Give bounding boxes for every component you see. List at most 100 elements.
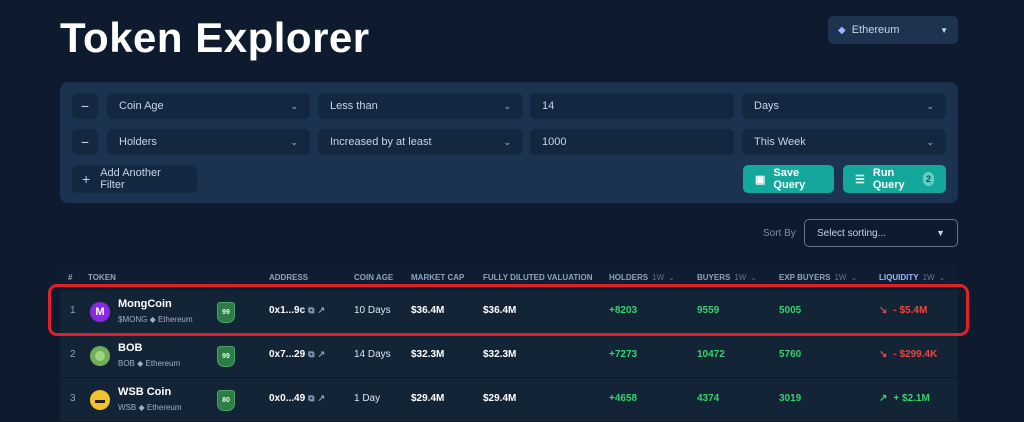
chevron-down-icon: ⌄ (290, 100, 298, 111)
chain-select[interactable]: ◆ Ethereum ▼ (828, 16, 958, 44)
security-score-value: 80 (222, 397, 230, 404)
token-address: 0x7...29 ⧉ ↗ (269, 349, 325, 360)
token-name[interactable]: BOB (118, 342, 142, 354)
header-buyers[interactable]: BUYERS 1W ⌄ (697, 273, 757, 282)
chain-select-value: Ethereum (851, 24, 900, 36)
add-filter-button[interactable]: + Add Another Filter (72, 165, 197, 193)
filter-value-input[interactable]: 1000 (530, 129, 734, 155)
plus-icon: + (82, 171, 91, 187)
token-chain: Ethereum (146, 403, 182, 412)
page-title: Token Explorer (60, 14, 370, 61)
copy-icon[interactable]: ⧉ (308, 349, 314, 359)
header-buyers-label: BUYERS (697, 273, 731, 282)
chevron-down-icon: ⌄ (668, 273, 675, 282)
token-name[interactable]: WSB Coin (118, 386, 171, 398)
header-liquidity-label: LIQUIDITY (879, 273, 919, 282)
save-query-label: Save Query (773, 167, 806, 191)
chevron-down-icon: ⌄ (503, 136, 511, 147)
header-market-cap[interactable]: MARKET CAP (411, 273, 464, 282)
table-row[interactable]: 2 BOB BOB ◆ Ethereum 99 0x7...29 ⧉ ↗ 14 Da… (60, 334, 958, 378)
token-symbol: WSB (118, 403, 137, 412)
ethereum-icon: ◆ (137, 359, 144, 368)
security-score-badge[interactable]: 80 (217, 390, 235, 411)
filter-unit-select[interactable]: This Week ⌄ (742, 129, 946, 155)
frog-icon (95, 351, 105, 361)
market-cap: $32.3M (411, 349, 445, 360)
filter-value-text: 14 (542, 100, 555, 112)
header-exp-buyers-timeframe: 1W (834, 273, 847, 282)
filter-field-select[interactable]: Coin Age ⌄ (107, 93, 310, 119)
chevron-down-icon: ⌄ (938, 273, 946, 282)
caret-down-icon: ▼ (936, 228, 945, 238)
minus-icon: − (80, 134, 90, 150)
filter-operator-select[interactable]: Increased by at least ⌄ (318, 129, 523, 155)
coin-age: 14 Days (354, 349, 391, 360)
header-exp-buyers-label: EXP BUYERS (779, 273, 831, 282)
header-liquidity[interactable]: LIQUIDITY 1W ⌄ (879, 273, 945, 282)
token-meta: BOB ◆ Ethereum (118, 359, 180, 368)
header-fdv[interactable]: FULLY DILUTED VALUATION (483, 273, 592, 282)
fdv: $29.4M (483, 393, 517, 404)
remove-filter-button[interactable]: − (72, 93, 98, 119)
external-link-icon[interactable]: ↗ (318, 349, 326, 359)
filter-value-text: 1000 (542, 136, 567, 148)
external-link-icon[interactable]: ↗ (318, 393, 326, 403)
filter-field-select[interactable]: Holders ⌄ (107, 129, 310, 155)
chevron-down-icon: ⌄ (750, 273, 758, 282)
filter-operator-select[interactable]: Less than ⌄ (318, 93, 523, 119)
trend-up-icon: ↗ (879, 393, 888, 404)
ethereum-icon: ◆ (838, 24, 846, 36)
sort-by-label: Sort By (763, 228, 796, 239)
exp-buyers-count: 3019 (779, 393, 802, 404)
exp-buyers-count: 5760 (779, 349, 802, 360)
filter-field-value: Holders (119, 136, 157, 148)
save-query-button[interactable]: ▣ Save Query (743, 165, 834, 193)
token-address: 0x0...49 ⧉ ↗ (269, 393, 325, 404)
chevron-down-icon: ⌄ (926, 136, 934, 147)
holders-change: +7273 (609, 349, 638, 360)
save-icon: ▣ (755, 173, 766, 186)
header-exp-buyers[interactable]: EXP BUYERS 1W ⌄ (779, 273, 857, 282)
filter-field-value: Coin Age (119, 100, 164, 112)
row-rank: 2 (70, 349, 76, 360)
security-score-badge[interactable]: 99 (217, 346, 235, 367)
minus-icon: − (80, 98, 90, 114)
filter-unit-value: Days (754, 100, 780, 112)
token-symbol: BOB (118, 359, 135, 368)
coin-age: 1 Day (354, 393, 381, 404)
chevron-down-icon: ⌄ (850, 273, 858, 282)
filter-panel: − Coin Age ⌄ Less than ⌄ 14 Days ⌄ − Hol… (60, 82, 958, 203)
filter-operator-value: Less than (330, 100, 378, 112)
sort-select-placeholder: Select sorting... (817, 227, 886, 239)
filter-icon: ☰ (855, 173, 865, 186)
header-coin-age[interactable]: COIN AGE (354, 273, 393, 282)
header-holders-timeframe: 1W (652, 273, 665, 282)
buyers-count: 4374 (697, 393, 720, 404)
sort-select[interactable]: Select sorting... ▼ (804, 219, 958, 247)
liquidity-change: ↘ - $299.4K (879, 349, 937, 360)
token-address-value: 0x7...29 (269, 349, 306, 360)
holders-change: +4658 (609, 393, 638, 404)
buyers-count: 10472 (697, 349, 725, 360)
liquidity-value: - $299.4K (893, 349, 938, 360)
market-cap: $29.4M (411, 393, 445, 404)
row-rank: 3 (70, 393, 76, 404)
header-holders[interactable]: HOLDERS 1W ⌄ (609, 273, 675, 282)
header-liquidity-timeframe: 1W (922, 273, 935, 282)
table-row[interactable]: 3 ▬ WSB Coin WSB ◆ Ethereum 80 0x0...49 ⧉… (60, 378, 958, 422)
filter-unit-value: This Week (754, 136, 806, 148)
liquidity-change: ↗ + $2.1M (879, 393, 930, 404)
run-query-button[interactable]: ☰ Run Query 2 (843, 165, 946, 193)
add-filter-label: Add Another Filter (100, 167, 161, 191)
caret-down-icon: ▼ (940, 25, 948, 35)
header-holders-label: HOLDERS (609, 273, 649, 282)
header-token[interactable]: TOKEN (88, 273, 116, 282)
token-chain: Ethereum (145, 359, 181, 368)
copy-icon[interactable]: ⧉ (308, 393, 314, 403)
chevron-down-icon: ⌄ (926, 100, 934, 111)
filter-unit-select[interactable]: Days ⌄ (742, 93, 946, 119)
trend-down-icon: ↘ (879, 349, 888, 360)
chevron-down-icon: ⌄ (290, 136, 298, 147)
remove-filter-button[interactable]: − (72, 129, 98, 155)
filter-value-input[interactable]: 14 (530, 93, 734, 119)
